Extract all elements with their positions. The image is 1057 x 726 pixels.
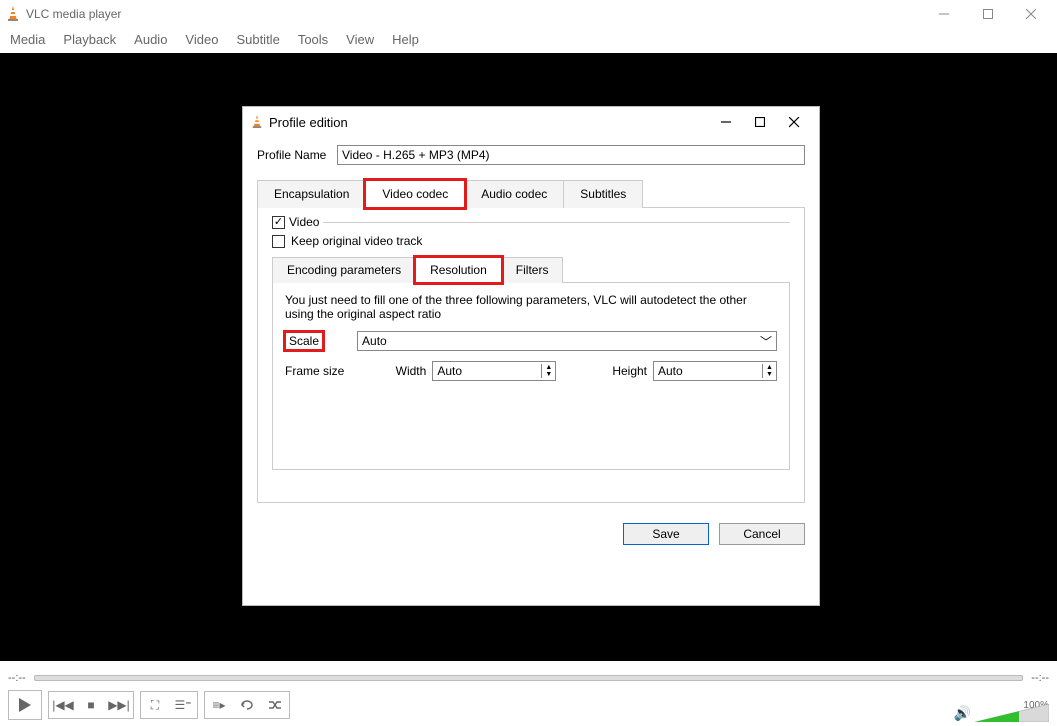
time-current: --:--: [8, 672, 26, 684]
menu-help[interactable]: Help: [392, 32, 419, 47]
play-button[interactable]: [8, 690, 42, 720]
width-label: Width: [396, 364, 427, 378]
spin-down-icon[interactable]: ▼: [545, 371, 552, 378]
menu-subtitle[interactable]: Subtitle: [236, 32, 279, 47]
profile-edition-dialog: Profile edition Profile Name Encapsulati…: [242, 106, 820, 606]
keep-original-checkbox[interactable]: [272, 235, 285, 248]
dialog-title: Profile edition: [269, 115, 348, 130]
speaker-icon[interactable]: 🔊: [954, 705, 971, 722]
scale-value: Auto: [362, 334, 387, 348]
vlc-cone-icon: [251, 115, 263, 129]
save-button[interactable]: Save: [623, 523, 709, 545]
scale-select[interactable]: Auto ﹀: [357, 331, 777, 351]
menubar: Media Playback Audio Video Subtitle Tool…: [0, 28, 1057, 53]
profile-name-input[interactable]: [337, 145, 805, 165]
seek-slider[interactable]: [34, 675, 1024, 681]
dialog-minimize-button[interactable]: [709, 110, 743, 134]
menu-tools[interactable]: Tools: [298, 32, 328, 47]
height-value: Auto: [658, 364, 683, 378]
tab-resolution[interactable]: Resolution: [415, 257, 502, 283]
cancel-button[interactable]: Cancel: [719, 523, 805, 545]
shuffle-button[interactable]: [261, 692, 289, 718]
video-group: ✓ Video Keep original video track Encodi…: [272, 222, 790, 470]
video-subtabs: Encoding parameters Resolution Filters: [272, 256, 790, 282]
minimize-button[interactable]: [924, 0, 964, 28]
dialog-titlebar: Profile edition: [243, 107, 819, 137]
menu-video[interactable]: Video: [185, 32, 218, 47]
frame-size-label: Frame size: [285, 364, 355, 378]
profile-name-label: Profile Name: [257, 148, 337, 162]
tab-audio-codec[interactable]: Audio codec: [464, 180, 564, 208]
ext-settings-button[interactable]: ☰⁼: [169, 692, 197, 718]
vlc-cone-icon: [6, 6, 20, 22]
maximize-button[interactable]: [968, 0, 1008, 28]
menu-playback[interactable]: Playback: [63, 32, 116, 47]
tab-encoding-parameters[interactable]: Encoding parameters: [272, 257, 416, 283]
dialog-close-button[interactable]: [777, 110, 811, 134]
video-checkbox[interactable]: ✓: [272, 216, 285, 229]
dialog-footer: Save Cancel: [243, 513, 819, 559]
fullscreen-button[interactable]: ⛶: [141, 692, 169, 718]
menu-media[interactable]: Media: [10, 32, 45, 47]
scale-label: Scale: [285, 332, 323, 350]
stop-button[interactable]: ■: [77, 692, 105, 718]
codec-tabs: Encapsulation Video codec Audio codec Su…: [257, 179, 805, 207]
time-total: --:--: [1031, 672, 1049, 684]
spin-down-icon[interactable]: ▼: [766, 371, 773, 378]
spin-up-icon[interactable]: ▲: [766, 364, 773, 371]
window-titlebar: VLC media player: [0, 0, 1057, 28]
tab-video-codec[interactable]: Video codec: [365, 180, 465, 208]
spin-up-icon[interactable]: ▲: [545, 364, 552, 371]
resolution-help-text: You just need to fill one of the three f…: [285, 293, 777, 321]
height-label: Height: [612, 364, 647, 378]
video-checkbox-label: Video: [289, 215, 319, 229]
loop-button[interactable]: [233, 692, 261, 718]
volume-slider[interactable]: [975, 702, 1049, 722]
tab-filters[interactable]: Filters: [501, 257, 564, 283]
resolution-pane: You just need to fill one of the three f…: [272, 282, 790, 470]
height-spinner[interactable]: Auto ▲▼: [653, 361, 777, 381]
player-controls: --:-- --:-- |◀◀ ■ ▶▶| ⛶ ☰⁼ ≡▸ 100%: [0, 668, 1057, 726]
window-controls: [924, 0, 1051, 28]
next-button[interactable]: ▶▶|: [105, 692, 133, 718]
menu-audio[interactable]: Audio: [134, 32, 167, 47]
menu-view[interactable]: View: [346, 32, 374, 47]
dialog-maximize-button[interactable]: [743, 110, 777, 134]
keep-original-label: Keep original video track: [291, 234, 422, 248]
previous-button[interactable]: |◀◀: [49, 692, 77, 718]
window-title: VLC media player: [26, 7, 121, 21]
width-value: Auto: [437, 364, 462, 378]
playlist-button[interactable]: ≡▸: [205, 692, 233, 718]
tab-subtitles[interactable]: Subtitles: [563, 180, 643, 208]
width-spinner[interactable]: Auto ▲▼: [432, 361, 556, 381]
tab-encapsulation[interactable]: Encapsulation: [257, 180, 366, 208]
video-codec-pane: ✓ Video Keep original video track Encodi…: [257, 207, 805, 503]
close-button[interactable]: [1011, 0, 1051, 28]
chevron-down-icon: ﹀: [760, 333, 772, 350]
